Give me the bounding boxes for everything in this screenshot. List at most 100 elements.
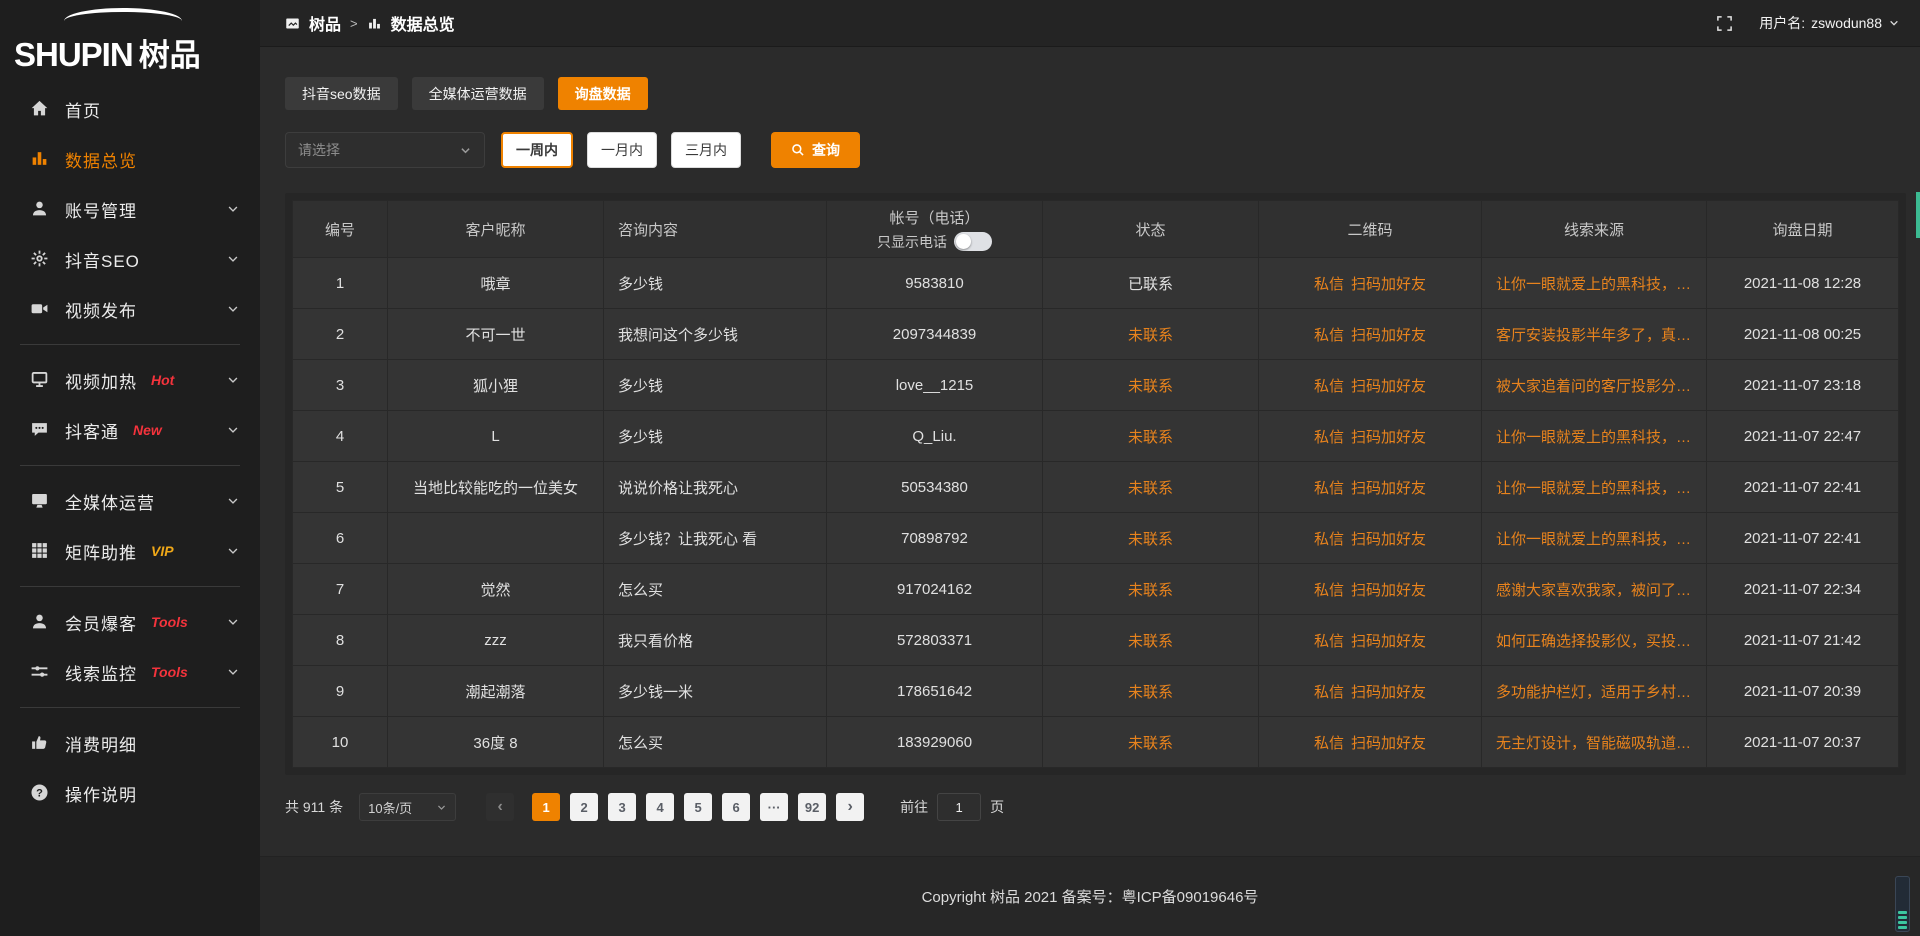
page-button-6[interactable]: 6 bbox=[722, 793, 750, 821]
source-link[interactable]: 多功能护栏灯，适用于乡村文... bbox=[1496, 681, 1696, 702]
cell-account: love__1215 bbox=[827, 360, 1042, 410]
qr-link[interactable]: 私信 bbox=[1314, 324, 1344, 345]
page-button-4[interactable]: 4 bbox=[646, 793, 674, 821]
page-button-92[interactable]: 92 bbox=[798, 793, 826, 821]
sidebar-item-question[interactable]: ?操作说明 bbox=[0, 768, 260, 818]
qr-link[interactable]: 扫码加好友 bbox=[1351, 528, 1426, 549]
sidebar-item-bar-chart[interactable]: 数据总览 bbox=[0, 134, 260, 184]
cell-date: 2021-11-07 22:34 bbox=[1707, 564, 1898, 614]
cell-qrcode: 私信扫码加好友 bbox=[1259, 411, 1481, 461]
cell-source: 让你一眼就爱上的黑科技，能... bbox=[1482, 513, 1706, 563]
cell-status: 未联系 bbox=[1043, 411, 1258, 461]
sidebar-item-screen[interactable]: 视频加热Hot bbox=[0, 355, 260, 405]
cell-date: 2021-11-07 20:39 bbox=[1707, 666, 1898, 716]
source-link[interactable]: 如何正确选择投影仪，买投影... bbox=[1496, 630, 1696, 651]
page-button-5[interactable]: 5 bbox=[684, 793, 712, 821]
qr-link[interactable]: 扫码加好友 bbox=[1351, 426, 1426, 447]
user-icon bbox=[30, 612, 50, 632]
qr-link[interactable]: 私信 bbox=[1314, 273, 1344, 294]
qr-link[interactable]: 私信 bbox=[1314, 579, 1344, 600]
qr-link[interactable]: 私信 bbox=[1314, 630, 1344, 651]
source-link[interactable]: 感谢大家喜欢我家，被问了好... bbox=[1496, 579, 1696, 600]
period-button-三月内[interactable]: 三月内 bbox=[671, 132, 741, 168]
qr-link[interactable]: 私信 bbox=[1314, 528, 1344, 549]
qr-link[interactable]: 私信 bbox=[1314, 732, 1344, 753]
tab-询盘数据[interactable]: 询盘数据 bbox=[558, 77, 648, 110]
sidebar-item-home[interactable]: 首页 bbox=[0, 84, 260, 134]
sidebar-item-like[interactable]: 消费明细 bbox=[0, 718, 260, 768]
cell-source: 多功能护栏灯，适用于乡村文... bbox=[1482, 666, 1706, 716]
like-icon bbox=[30, 733, 50, 753]
sidebar-item-grid[interactable]: 矩阵助推VIP bbox=[0, 526, 260, 576]
source-link[interactable]: 让你一眼就爱上的黑科技，能... bbox=[1496, 477, 1696, 498]
scrollbar-hint[interactable] bbox=[1916, 192, 1920, 238]
phone-only-toggle[interactable] bbox=[954, 232, 992, 251]
period-button-一周内[interactable]: 一周内 bbox=[501, 132, 573, 168]
browser-widget[interactable] bbox=[1895, 876, 1910, 932]
qr-link[interactable]: 扫码加好友 bbox=[1351, 324, 1426, 345]
breadcrumb-root[interactable]: 树品 bbox=[309, 11, 341, 35]
cell-nickname: 狐小狸 bbox=[388, 360, 603, 410]
cell-content: 多少钱？让我死心 看 bbox=[604, 513, 826, 563]
sidebar-divider bbox=[20, 465, 240, 466]
screen-icon bbox=[30, 370, 50, 390]
period-button-一月内[interactable]: 一月内 bbox=[587, 132, 657, 168]
page-size-value: 10条/页 bbox=[368, 798, 412, 817]
user-menu[interactable]: 用户名: zswodun88 bbox=[1759, 13, 1900, 33]
account-select[interactable]: 请选择 bbox=[285, 132, 485, 168]
page-button-2[interactable]: 2 bbox=[570, 793, 598, 821]
cell-no: 5 bbox=[293, 462, 387, 512]
qr-link[interactable]: 扫码加好友 bbox=[1351, 630, 1426, 651]
cell-nickname: 哦章 bbox=[388, 258, 603, 308]
search-button[interactable]: 查询 bbox=[771, 132, 860, 168]
cell-nickname: 不可一世 bbox=[388, 309, 603, 359]
prev-page-button[interactable]: ‹ bbox=[486, 793, 514, 821]
content-area: 抖音seo数据全媒体运营数据询盘数据 请选择 一周内一月内三月内 查询 编号客户… bbox=[260, 47, 1920, 856]
sidebar-item-sliders[interactable]: 线索监控Tools bbox=[0, 647, 260, 697]
page-button-1[interactable]: 1 bbox=[532, 793, 560, 821]
sidebar-item-label: 线索监控 bbox=[65, 660, 137, 685]
app-window: SHUPIN 树品 首页数据总览账号管理抖音SEO视频发布视频加热Hot抖客通N… bbox=[0, 0, 1920, 936]
page-button-3[interactable]: 3 bbox=[608, 793, 636, 821]
qr-link[interactable]: 私信 bbox=[1314, 681, 1344, 702]
qr-link[interactable]: 扫码加好友 bbox=[1351, 477, 1426, 498]
tab-抖音seo数据[interactable]: 抖音seo数据 bbox=[285, 77, 398, 110]
qr-link[interactable]: 扫码加好友 bbox=[1351, 579, 1426, 600]
gear-icon bbox=[30, 249, 50, 269]
sidebar-item-user[interactable]: 会员爆客Tools bbox=[0, 597, 260, 647]
sidebar-item-user[interactable]: 账号管理 bbox=[0, 184, 260, 234]
source-link[interactable]: 客厅安装投影半年多了，真实... bbox=[1496, 324, 1696, 345]
sidebar-item-gear[interactable]: 抖音SEO bbox=[0, 234, 260, 284]
fullscreen-icon[interactable] bbox=[1716, 15, 1733, 32]
sidebar-item-monitor[interactable]: 全媒体运营 bbox=[0, 476, 260, 526]
qr-link[interactable]: 扫码加好友 bbox=[1351, 273, 1426, 294]
cell-source: 无主灯设计，智能磁吸轨道灯... bbox=[1482, 717, 1706, 767]
page-size-select[interactable]: 10条/页 bbox=[359, 793, 456, 821]
qr-link[interactable]: 扫码加好友 bbox=[1351, 681, 1426, 702]
next-page-button[interactable]: › bbox=[836, 793, 864, 821]
qr-link[interactable]: 扫码加好友 bbox=[1351, 732, 1426, 753]
qr-link[interactable]: 私信 bbox=[1314, 375, 1344, 396]
goto-page-input[interactable] bbox=[937, 793, 981, 821]
qr-link[interactable]: 私信 bbox=[1314, 426, 1344, 447]
source-link[interactable]: 让你一眼就爱上的黑科技，能... bbox=[1496, 273, 1696, 294]
source-link[interactable]: 无主灯设计，智能磁吸轨道灯... bbox=[1496, 732, 1696, 753]
cell-account: 572803371 bbox=[827, 615, 1042, 665]
cell-source: 让你一眼就爱上的黑科技，能... bbox=[1482, 258, 1706, 308]
logo-text-en: SHUPIN bbox=[14, 36, 133, 74]
cell-content: 怎么买 bbox=[604, 564, 826, 614]
source-link[interactable]: 让你一眼就爱上的黑科技，能... bbox=[1496, 426, 1696, 447]
cell-account: 183929060 bbox=[827, 717, 1042, 767]
breadcrumb: 树品 > 数据总览 bbox=[285, 11, 455, 35]
sidebar-item-chat[interactable]: 抖客通New bbox=[0, 405, 260, 455]
qr-link[interactable]: 私信 bbox=[1314, 477, 1344, 498]
tab-全媒体运营数据[interactable]: 全媒体运营数据 bbox=[412, 77, 544, 110]
column-header: 线索来源 bbox=[1482, 201, 1706, 257]
source-link[interactable]: 被大家追着问的客厅投影分享... bbox=[1496, 375, 1696, 396]
qr-link[interactable]: 扫码加好友 bbox=[1351, 375, 1426, 396]
sidebar-item-video[interactable]: 视频发布 bbox=[0, 284, 260, 334]
ellipsis-page-button[interactable]: ··· bbox=[760, 793, 788, 821]
source-link[interactable]: 让你一眼就爱上的黑科技，能... bbox=[1496, 528, 1696, 549]
cell-nickname: 36度 8 bbox=[388, 717, 603, 767]
monitor-icon bbox=[30, 491, 50, 511]
